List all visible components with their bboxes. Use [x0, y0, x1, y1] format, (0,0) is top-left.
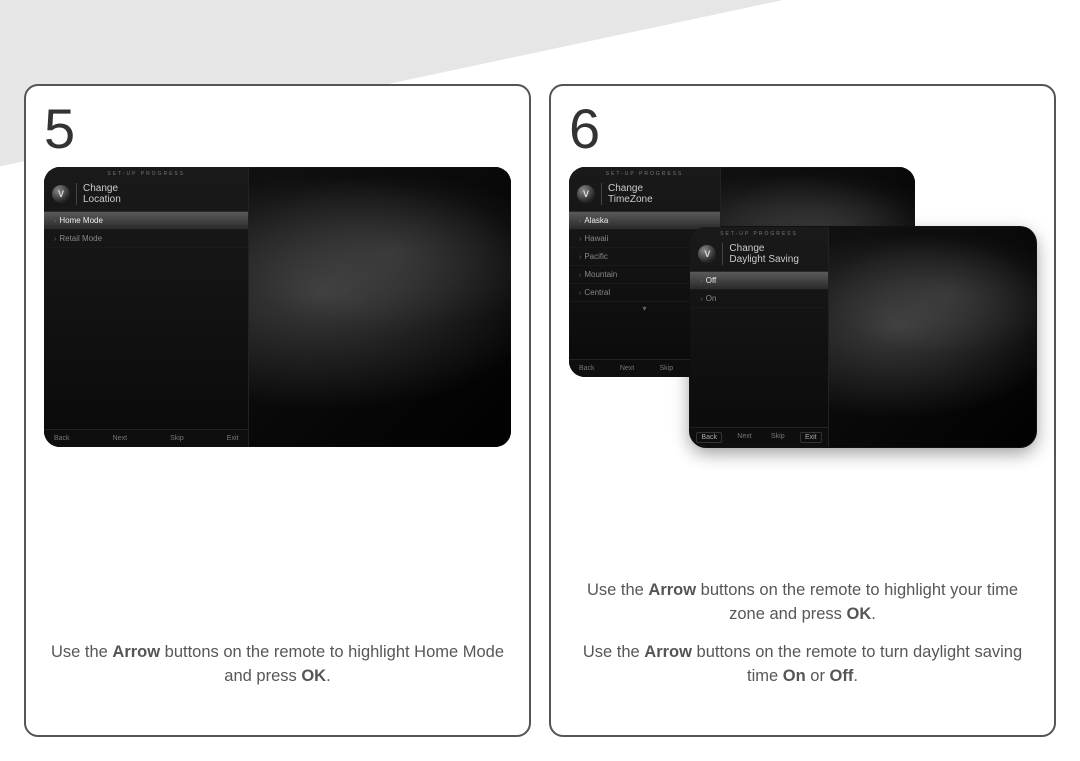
osd-title-line2: TimeZone: [608, 194, 653, 205]
tv-screenshot-change-location: SET-UP PROGRESS V Change Location ›Home …: [44, 167, 511, 447]
osd-progress-label: SET-UP PROGRESS: [44, 167, 248, 179]
chevron-right-icon: ›: [700, 278, 702, 285]
osd-item-label: Home Mode: [59, 216, 103, 225]
osd-header: V Change Location: [44, 179, 248, 212]
text: or: [806, 667, 830, 685]
tv-preview-area: SET-UP PROGRESS V Change TimeZone ›Alask…: [569, 167, 1036, 467]
osd-progress-label: SET-UP PROGRESS: [690, 227, 827, 239]
tv-screenshot-change-daylight-saving: SET-UP PROGRESS V Change Daylight Saving…: [690, 227, 1036, 447]
osd-footer-skip[interactable]: Skip: [655, 364, 677, 373]
osd-title-line1: Change: [729, 243, 764, 254]
osd-item-label: Hawaii: [584, 234, 608, 243]
osd-footer-back[interactable]: Back: [696, 432, 722, 443]
osd-footer-back[interactable]: Back: [575, 364, 599, 373]
instruction-text: Use the Arrow buttons on the remote to h…: [569, 579, 1036, 711]
tv-preview-area: SET-UP PROGRESS V Change Location ›Home …: [44, 167, 511, 467]
osd-footer-next[interactable]: Next: [616, 364, 638, 373]
osd-item-label: On: [706, 294, 717, 303]
osd-title: Change Location: [76, 183, 121, 205]
osd-list: ›Home Mode ›Retail Mode: [44, 212, 248, 429]
osd-item-home-mode[interactable]: ›Home Mode: [44, 212, 248, 230]
osd-footer-next[interactable]: Next: [109, 434, 131, 443]
text: Use the: [51, 643, 112, 661]
step-number: 6: [569, 96, 1036, 161]
text: buttons on the remote to highlight Home …: [160, 643, 504, 685]
instruction-text: Use the Arrow buttons on the remote to h…: [44, 641, 511, 711]
osd-item-label: Mountain: [584, 270, 617, 279]
osd-title-line1: Change: [608, 183, 643, 194]
osd-footer-exit[interactable]: Exit: [800, 432, 822, 443]
osd-header: V Change TimeZone: [569, 179, 720, 212]
text: .: [853, 667, 858, 685]
osd-title-line1: Change: [83, 183, 118, 194]
osd-item-label: Alaska: [584, 216, 608, 225]
osd-footer-back[interactable]: Back: [50, 434, 74, 443]
osd-item-off[interactable]: › Off: [690, 272, 827, 290]
osd-footer-next[interactable]: Next: [733, 432, 755, 443]
text-bold: Arrow: [648, 581, 696, 599]
text: .: [871, 605, 876, 623]
chevron-right-icon: ›: [54, 218, 56, 225]
osd-item-label: Retail Mode: [59, 234, 102, 243]
text: Use the: [583, 643, 644, 661]
osd-item-on[interactable]: › On: [690, 290, 827, 308]
osd-item-label: Central: [584, 288, 610, 297]
chevron-right-icon: ›: [579, 218, 581, 225]
osd-footer: Back Next Skip Exit: [44, 429, 248, 447]
osd-progress-label: SET-UP PROGRESS: [569, 167, 720, 179]
text-bold: Arrow: [112, 643, 160, 661]
osd-list: › Off › On: [690, 272, 827, 427]
text-bold: OK: [847, 605, 872, 623]
text-bold: Arrow: [644, 643, 692, 661]
osd-item-label: Off: [706, 276, 717, 285]
osd-panel: SET-UP PROGRESS V Change Daylight Saving…: [690, 227, 828, 447]
osd-title: Change Daylight Saving: [722, 243, 798, 265]
text-bold: Off: [830, 667, 854, 685]
text-bold: On: [783, 667, 806, 685]
chevron-right-icon: ›: [579, 290, 581, 297]
text: .: [326, 667, 331, 685]
step-panel-5: 5 SET-UP PROGRESS V Change Location: [24, 84, 531, 737]
osd-title-line2: Daylight Saving: [729, 254, 798, 265]
osd-item-retail-mode[interactable]: ›Retail Mode: [44, 230, 248, 248]
osd-footer: Back Next Skip Exit: [690, 427, 827, 447]
osd-title: Change TimeZone: [601, 183, 653, 205]
text-bold: OK: [301, 667, 326, 685]
chevron-right-icon: ›: [54, 236, 56, 243]
chevron-right-icon: ›: [579, 254, 581, 261]
step-panel-6: 6 SET-UP PROGRESS V Change TimeZone: [549, 84, 1056, 737]
chevron-right-icon: ›: [579, 236, 581, 243]
vizio-logo-icon: V: [698, 245, 716, 263]
osd-header: V Change Daylight Saving: [690, 239, 827, 272]
chevron-right-icon: ›: [579, 272, 581, 279]
osd-footer-exit[interactable]: Exit: [223, 434, 243, 443]
osd-item-label: Pacific: [584, 252, 608, 261]
vizio-logo-icon: V: [577, 185, 595, 203]
text: Use the: [587, 581, 648, 599]
osd-title-line2: Location: [83, 194, 121, 205]
osd-panel: SET-UP PROGRESS V Change Location ›Home …: [44, 167, 249, 447]
step-number: 5: [44, 96, 511, 161]
vizio-logo-icon: V: [52, 185, 70, 203]
chevron-right-icon: ›: [700, 296, 702, 303]
osd-footer-skip[interactable]: Skip: [767, 432, 789, 443]
osd-footer-skip[interactable]: Skip: [166, 434, 188, 443]
